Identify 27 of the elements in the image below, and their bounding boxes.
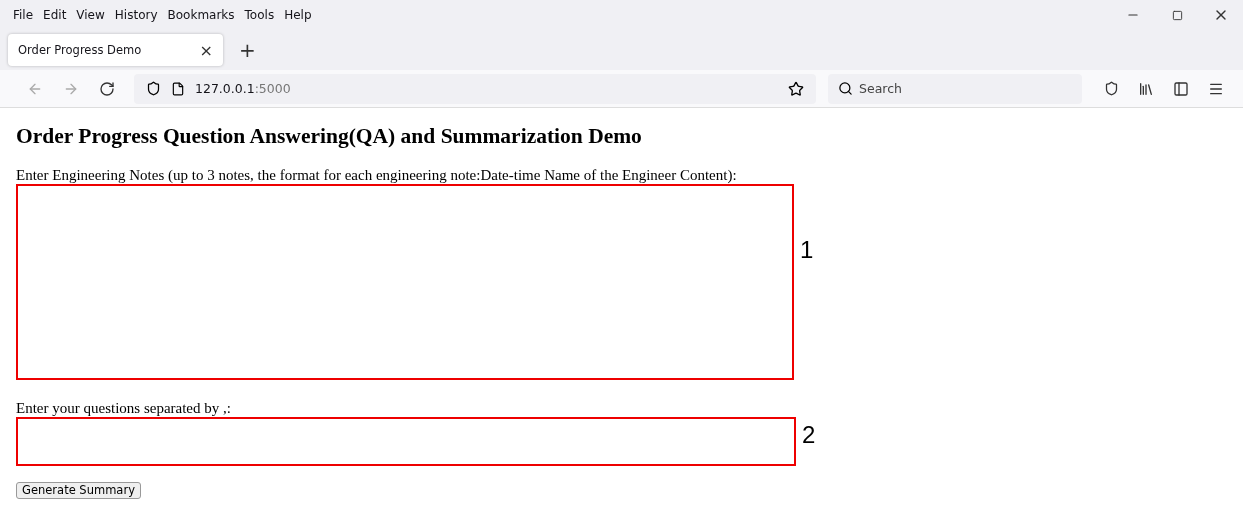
generate-summary-button[interactable]: Generate Summary [16,482,141,499]
restore-icon[interactable] [1171,9,1183,21]
annotation-number: 2 [802,421,816,449]
url-text: 127.0.0.1:5000 [195,81,291,96]
menu-item[interactable]: History [109,8,163,22]
tab-close-button[interactable]: × [199,40,213,60]
questions-field[interactable] [16,417,796,466]
browser-tab[interactable]: Order Progress Demo × [8,34,223,66]
questions-label: Enter your questions separated by ,: [16,400,232,417]
search-field[interactable]: Search [828,73,1082,104]
notes-field[interactable] [16,184,794,380]
page-heading: Order Progress Question Answering(QA) and Summarization Demo [16,124,643,149]
notes-label: Enter Engineering Notes (up to 3 notes, the format for each engineering note:Date-time Name of the Engineer Content): [16,167,738,184]
bookmark-star-icon[interactable] [788,80,804,97]
menu-item[interactable]: Edit [38,8,72,22]
shield-icon [146,81,161,96]
new-tab-button[interactable]: + [233,38,262,62]
menu-item[interactable]: Help [279,8,317,22]
page-icon [171,81,185,96]
menu-item[interactable]: File [8,8,39,22]
tab-title: Order Progress Demo [18,43,143,57]
search-icon [838,81,853,96]
menu-item[interactable]: View [71,8,110,22]
address-bar[interactable]: 127.0.0.1:5000 [134,73,816,104]
annotation-number: 1 [800,236,814,264]
menu-item[interactable]: Bookmarks [162,8,240,22]
menu-item[interactable]: Tools [239,8,280,22]
